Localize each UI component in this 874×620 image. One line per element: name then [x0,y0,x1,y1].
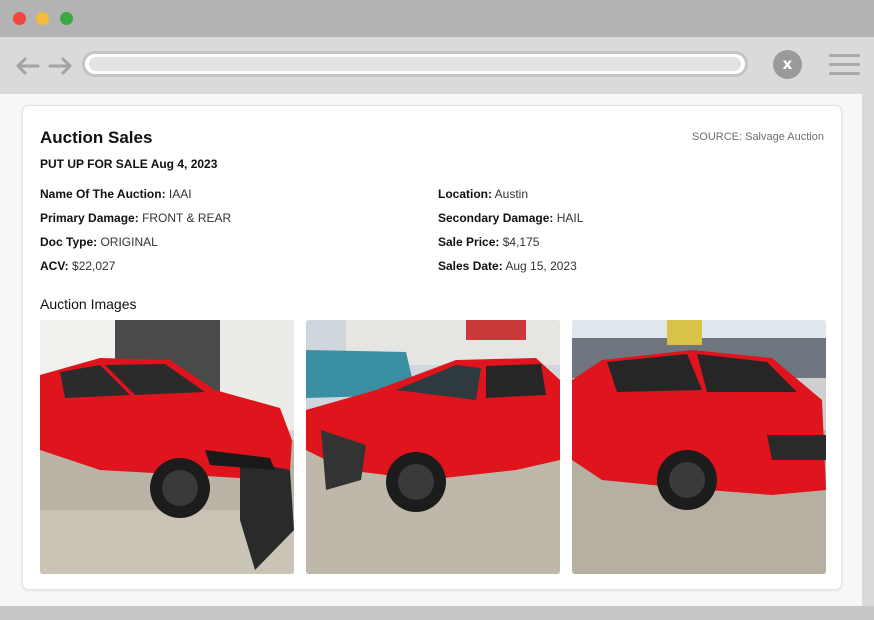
field-label: Location: [438,187,492,201]
maximize-window-dot[interactable] [60,12,73,25]
field-label: Secondary Damage: [438,211,554,225]
vertical-scrollbar[interactable] [862,94,874,606]
sale-date-line: PUT UP FOR SALE Aug 4, 2023 [40,157,217,171]
source-label: SOURCE: Salvage Auction [691,131,824,143]
field-value: ORIGINAL [100,235,158,249]
field-primary-damage: Primary Damage: FRONT & REAR [40,211,231,225]
field-sales-date: Sales Date: Aug 15, 2023 [438,259,577,273]
sale-date: Aug 4, 2023 [150,157,218,171]
auction-image-2[interactable] [306,320,560,574]
arrow-left-icon[interactable] [14,56,40,76]
field-secondary-damage: Secondary Damage: HAIL [438,211,583,225]
page-viewport: Auction Sales SOURCE: Salvage Auction PU… [0,94,862,606]
field-label: Sale Price: [438,235,500,249]
close-window-dot[interactable] [13,12,26,25]
field-label: Sales Date: [438,259,503,273]
address-bar-field[interactable] [89,57,741,71]
field-value: FRONT & REAR [142,211,232,225]
field-value: HAIL [556,211,584,225]
arrow-right-icon[interactable] [48,56,74,76]
status-bar [0,606,874,620]
card-title: Auction Sales [40,128,153,147]
field-value: Austin [494,187,529,201]
field-value: Aug 15, 2023 [505,259,577,273]
field-value: IAAI [168,187,192,201]
field-value: $4,175 [502,235,540,249]
field-label: Name Of The Auction: [40,187,166,201]
title-bar [0,0,874,37]
field-auction-name: Name Of The Auction: IAAI [40,187,192,201]
close-tab-button[interactable]: x [773,50,802,79]
field-location: Location: Austin [438,187,528,201]
field-label: Doc Type: [40,235,98,249]
browser-toolbar: x [0,37,874,94]
sale-label: PUT UP FOR SALE [40,157,148,171]
field-sale-price: Sale Price: $4,175 [438,235,539,249]
field-doc-type: Doc Type: ORIGINAL [40,235,158,249]
auction-sales-card: Auction Sales SOURCE: Salvage Auction PU… [22,105,842,590]
address-bar[interactable] [82,51,748,77]
minimize-window-dot[interactable] [36,12,49,25]
browser-window: x Auction Sales SOURCE: Salvage Auction … [0,0,874,620]
auction-image-1[interactable] [40,320,294,574]
field-label: Primary Damage: [40,211,139,225]
field-acv: ACV: $22,027 [40,259,115,273]
field-label: ACV: [40,259,69,273]
auction-image-3[interactable] [572,320,826,574]
field-value: $22,027 [72,259,116,273]
auction-images-title: Auction Images [40,296,137,312]
hamburger-menu-icon[interactable] [829,54,860,76]
